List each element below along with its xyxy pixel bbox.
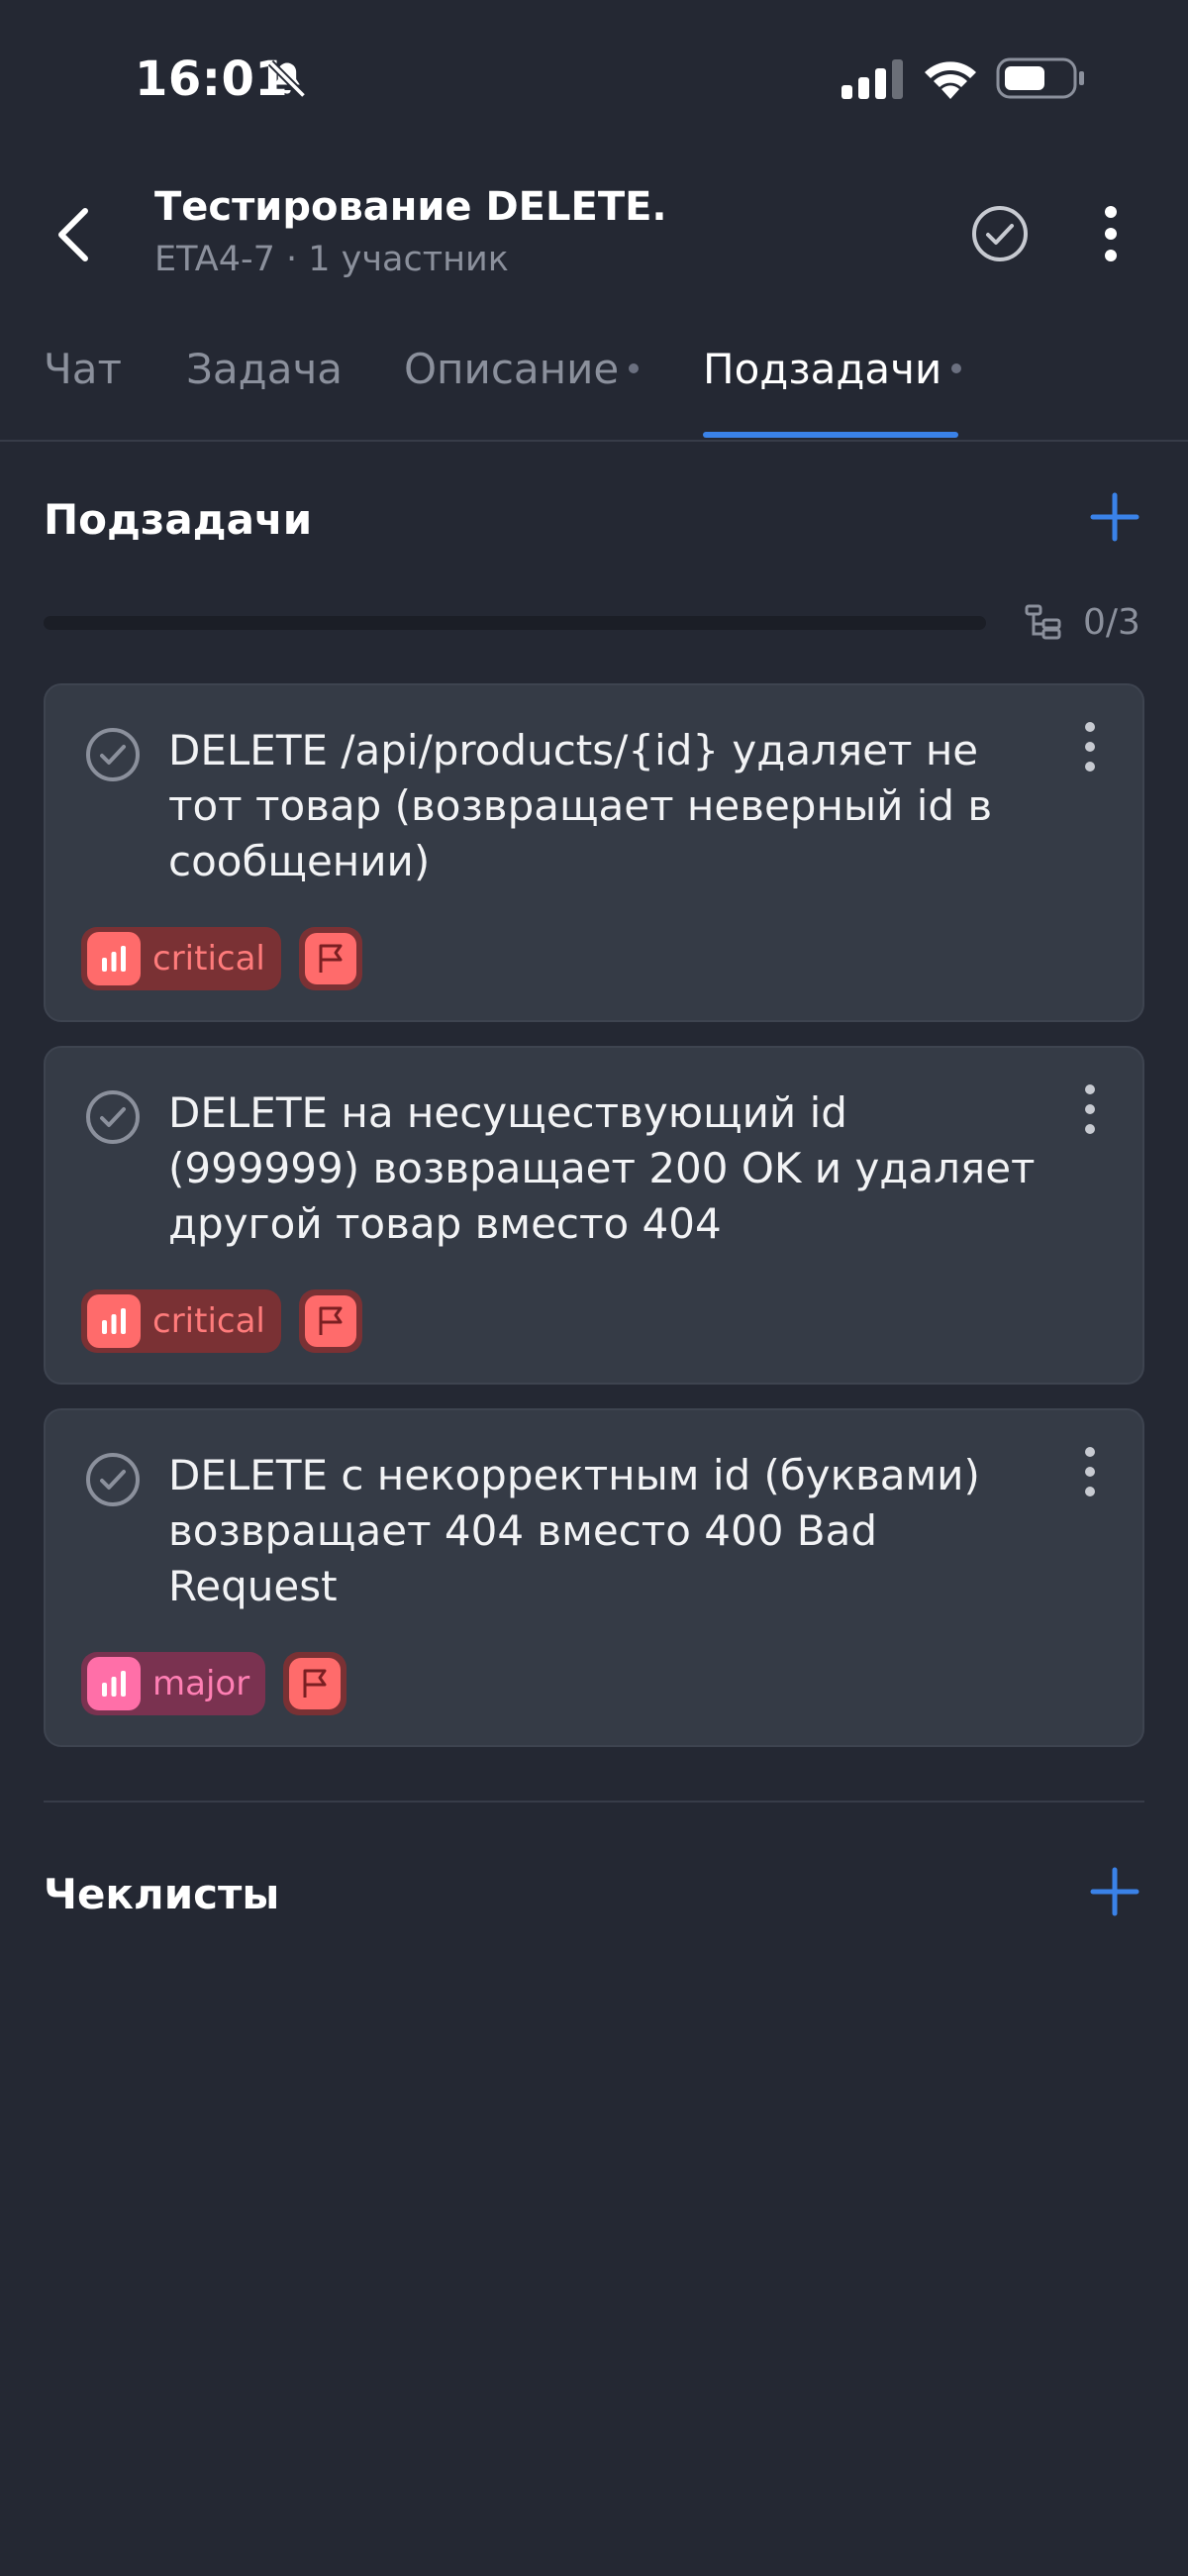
page-title: Тестирование DELETE.	[154, 184, 667, 230]
flag-badge[interactable]	[283, 1652, 346, 1715]
flag-icon	[319, 1306, 343, 1335]
progress-bar	[44, 616, 986, 630]
subtask-text: DELETE с некорректным id (буквами) возвр…	[168, 1451, 980, 1610]
check-circle-icon[interactable]	[83, 1087, 143, 1147]
bar-chart-icon	[102, 946, 126, 972]
flag-icon	[319, 944, 343, 973]
subtasks-progress: 0/3	[44, 602, 1144, 643]
bar-chart-icon	[102, 1671, 126, 1697]
subtask-card[interactable]: DELETE с некорректным id (буквами) возвр…	[44, 1408, 1144, 1747]
tab-subtasks[interactable]: Подзадачи	[703, 345, 962, 393]
more-vertical-icon[interactable]	[1091, 202, 1131, 265]
priority-badge[interactable]: major	[81, 1652, 266, 1715]
more-vertical-icon[interactable]	[1075, 717, 1105, 776]
more-vertical-icon[interactable]	[1075, 1442, 1105, 1501]
priority-badge[interactable]: critical	[81, 927, 281, 990]
bar-chart-icon	[102, 1308, 126, 1334]
subtask-card[interactable]: DELETE на несуществующий id (999999) воз…	[44, 1046, 1144, 1385]
checklists-title: Чеклисты	[44, 1870, 280, 1918]
battery-icon	[996, 57, 1084, 99]
check-circle-icon[interactable]	[83, 725, 143, 784]
subtask-text: DELETE на несуществующий id (999999) воз…	[168, 1088, 1036, 1248]
back-button[interactable]	[44, 200, 103, 269]
subtasks-header: Подзадачи	[44, 483, 1144, 553]
bell-off-icon	[267, 59, 307, 99]
add-subtask-button[interactable]	[1085, 487, 1144, 547]
status-bar: 16:01	[0, 0, 1188, 158]
priority-label: critical	[152, 939, 265, 979]
flag-badge[interactable]	[299, 927, 362, 990]
more-vertical-icon[interactable]	[1075, 1080, 1105, 1139]
active-tab-indicator	[703, 432, 958, 438]
tab-bar: Чат Задача Описание Подзадачи	[0, 327, 1188, 442]
section-divider	[44, 1801, 1144, 1803]
subtask-card[interactable]: DELETE /api/products/{id} удаляет не тот…	[44, 683, 1144, 1022]
subtask-tree-icon	[1025, 604, 1061, 640]
tab-chat[interactable]: Чат	[44, 345, 122, 393]
flag-badge[interactable]	[299, 1289, 362, 1353]
progress-count: 0/3	[1083, 602, 1140, 643]
tab-task[interactable]: Задача	[186, 345, 343, 393]
priority-badge[interactable]: critical	[81, 1289, 281, 1353]
priority-label: major	[152, 1664, 250, 1703]
chevron-left-icon	[58, 208, 88, 261]
tab-dot	[951, 362, 962, 373]
task-header: Тестирование DELETE. ETA4-7 · 1 участник	[0, 168, 1188, 297]
add-checklist-button[interactable]	[1085, 1862, 1144, 1921]
subtask-text: DELETE /api/products/{id} удаляет не тот…	[168, 726, 993, 885]
check-circle-icon[interactable]	[83, 1450, 143, 1509]
tab-dot	[629, 362, 640, 373]
flag-icon	[303, 1669, 327, 1698]
subtasks-title: Подзадачи	[44, 495, 313, 544]
page-subtitle: ETA4-7 · 1 участник	[154, 240, 509, 279]
checklists-header: Чеклисты	[44, 1858, 1144, 1927]
check-circle-icon[interactable]	[968, 202, 1032, 265]
priority-label: critical	[152, 1301, 265, 1341]
signal-icon	[842, 59, 903, 99]
tab-description[interactable]: Описание	[404, 345, 640, 393]
wifi-icon	[925, 61, 976, 99]
